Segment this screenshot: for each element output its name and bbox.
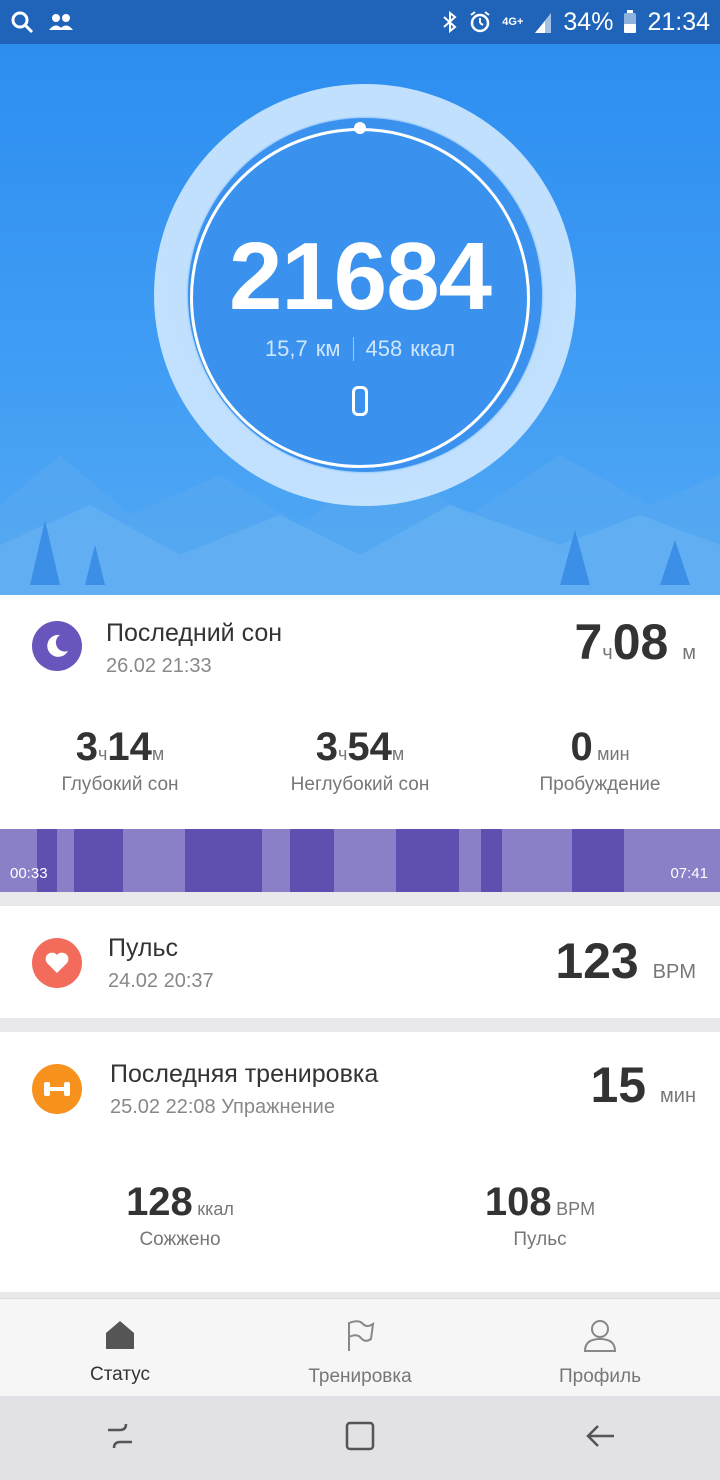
training-duration-unit: мин xyxy=(660,1085,696,1107)
calories-unit: ккал xyxy=(410,336,456,361)
burned-calories-stat: 128 ккал Сожжено xyxy=(80,1180,280,1251)
tab-training[interactable]: Тренировка xyxy=(240,1299,480,1396)
training-duration-value: 15 xyxy=(590,1057,647,1113)
battery-percent: 34% xyxy=(563,7,614,36)
sleep-title: Последний сон xyxy=(106,619,283,647)
tab-profile-label: Профиль xyxy=(558,1366,642,1387)
distance-value: 15,7 xyxy=(264,336,308,361)
tab-status-label: Статус xyxy=(89,1364,151,1385)
progress-marker xyxy=(354,122,366,134)
sleep-card[interactable]: z Последний сон 26.02 21:33 7ч08 м 3ч14м… xyxy=(0,595,720,892)
pulse-value: 123 xyxy=(555,933,639,989)
tab-status[interactable]: Статус xyxy=(0,1299,240,1396)
profile-icon xyxy=(583,1319,617,1358)
light-minutes: 54 xyxy=(347,725,392,769)
pulse-card[interactable]: Пульс 24.02 20:37 123 BPM xyxy=(0,906,720,1018)
pulse-unit: BPM xyxy=(652,961,696,983)
light-label: Неглубокий сон xyxy=(290,774,430,795)
burned-calories-unit: ккал xyxy=(197,1199,234,1219)
system-navigation xyxy=(0,1396,720,1480)
light-sleep-stat: 3ч54м Неглубокий сон xyxy=(260,725,460,796)
deep-label: Глубокий сон xyxy=(61,774,179,795)
home-button-icon[interactable] xyxy=(344,1420,376,1457)
network-label: 4G+ xyxy=(502,16,524,28)
sleep-date: 26.02 21:33 xyxy=(106,655,212,677)
burned-calories-label: Сожжено xyxy=(139,1229,221,1250)
deep-hours-unit: ч xyxy=(97,744,108,764)
contacts-icon xyxy=(48,12,74,32)
awake-stat: 0 мин Пробуждение xyxy=(500,725,700,796)
deep-minutes: 14 xyxy=(107,725,152,769)
flag-icon xyxy=(343,1319,377,1358)
training-pulse-label: Пульс xyxy=(513,1229,567,1250)
training-pulse-value: 108 xyxy=(484,1180,552,1224)
deep-sleep-segment xyxy=(74,829,123,892)
sleep-total: 7ч08 м xyxy=(574,613,696,671)
training-pulse-unit: BPM xyxy=(556,1199,596,1219)
training-pulse-stat: 108 BPM Пульс xyxy=(440,1180,640,1251)
search-icon xyxy=(10,10,34,34)
step-count: 21684 xyxy=(229,223,492,330)
training-duration: 15 мин xyxy=(591,1056,697,1114)
pulse-value-group: 123 BPM xyxy=(555,932,696,990)
pulse-date: 24.02 20:37 xyxy=(108,970,214,992)
home-icon xyxy=(103,1319,137,1356)
burned-calories-value: 128 xyxy=(126,1180,193,1224)
deep-sleep-segment xyxy=(37,829,57,892)
alarm-icon xyxy=(468,10,492,34)
steps-hero[interactable]: 21684 15,7 км 458 ккал xyxy=(0,44,720,595)
light-hours: 3 xyxy=(315,725,338,769)
light-hours-unit: ч xyxy=(337,744,348,764)
training-card[interactable]: Последняя тренировка 25.02 22:08 Упражне… xyxy=(0,1032,720,1292)
minutes-unit: м xyxy=(682,642,696,664)
training-title: Последняя тренировка xyxy=(110,1060,379,1088)
calories-value: 458 xyxy=(365,336,403,361)
pulse-title: Пульс xyxy=(108,934,179,962)
bottom-navigation: Статус Тренировка Профиль xyxy=(0,1298,720,1396)
status-bar: 4G+ 34% 21:34 xyxy=(0,0,720,44)
awake-value: 0 xyxy=(570,725,593,769)
deep-minutes-unit: м xyxy=(151,744,165,764)
sleep-end-time: 07:41 xyxy=(670,865,708,882)
tab-profile[interactable]: Профиль xyxy=(480,1299,720,1396)
deep-sleep-segment xyxy=(290,829,334,892)
battery-icon xyxy=(623,10,637,34)
sleep-total-minutes: 08 xyxy=(612,614,669,670)
signal-icon xyxy=(533,11,553,33)
light-minutes-unit: м xyxy=(391,744,405,764)
svg-text:z: z xyxy=(61,636,65,645)
steps-summary: 15,7 км 458 ккал xyxy=(190,336,530,362)
deep-sleep-segment xyxy=(481,829,502,892)
training-date: 25.02 22:08 Упражнение xyxy=(110,1096,335,1118)
dumbbell-icon xyxy=(32,1064,82,1114)
sleep-start-time: 00:33 xyxy=(10,865,48,882)
recent-apps-icon[interactable] xyxy=(104,1420,136,1457)
band-icon xyxy=(352,386,368,416)
distance-unit: км xyxy=(315,336,341,361)
heart-icon xyxy=(32,938,82,988)
sleep-timeline[interactable]: 00:33 07:41 xyxy=(0,829,720,892)
awake-unit: мин xyxy=(597,744,630,764)
clock: 21:34 xyxy=(647,7,710,36)
deep-sleep-segment xyxy=(396,829,459,892)
moon-icon: z xyxy=(32,621,82,671)
back-icon[interactable] xyxy=(584,1420,616,1457)
deep-sleep-segment xyxy=(185,829,262,892)
sleep-total-hours: 7 xyxy=(574,614,603,670)
tab-training-label: Тренировка xyxy=(308,1366,412,1387)
divider xyxy=(352,337,354,361)
bluetooth-icon xyxy=(442,10,458,34)
deep-sleep-stat: 3ч14м Глубокий сон xyxy=(20,725,220,796)
hours-unit: ч xyxy=(602,642,613,664)
awake-label: Пробуждение xyxy=(539,774,661,795)
deep-hours: 3 xyxy=(75,725,98,769)
deep-sleep-segment xyxy=(572,829,624,892)
